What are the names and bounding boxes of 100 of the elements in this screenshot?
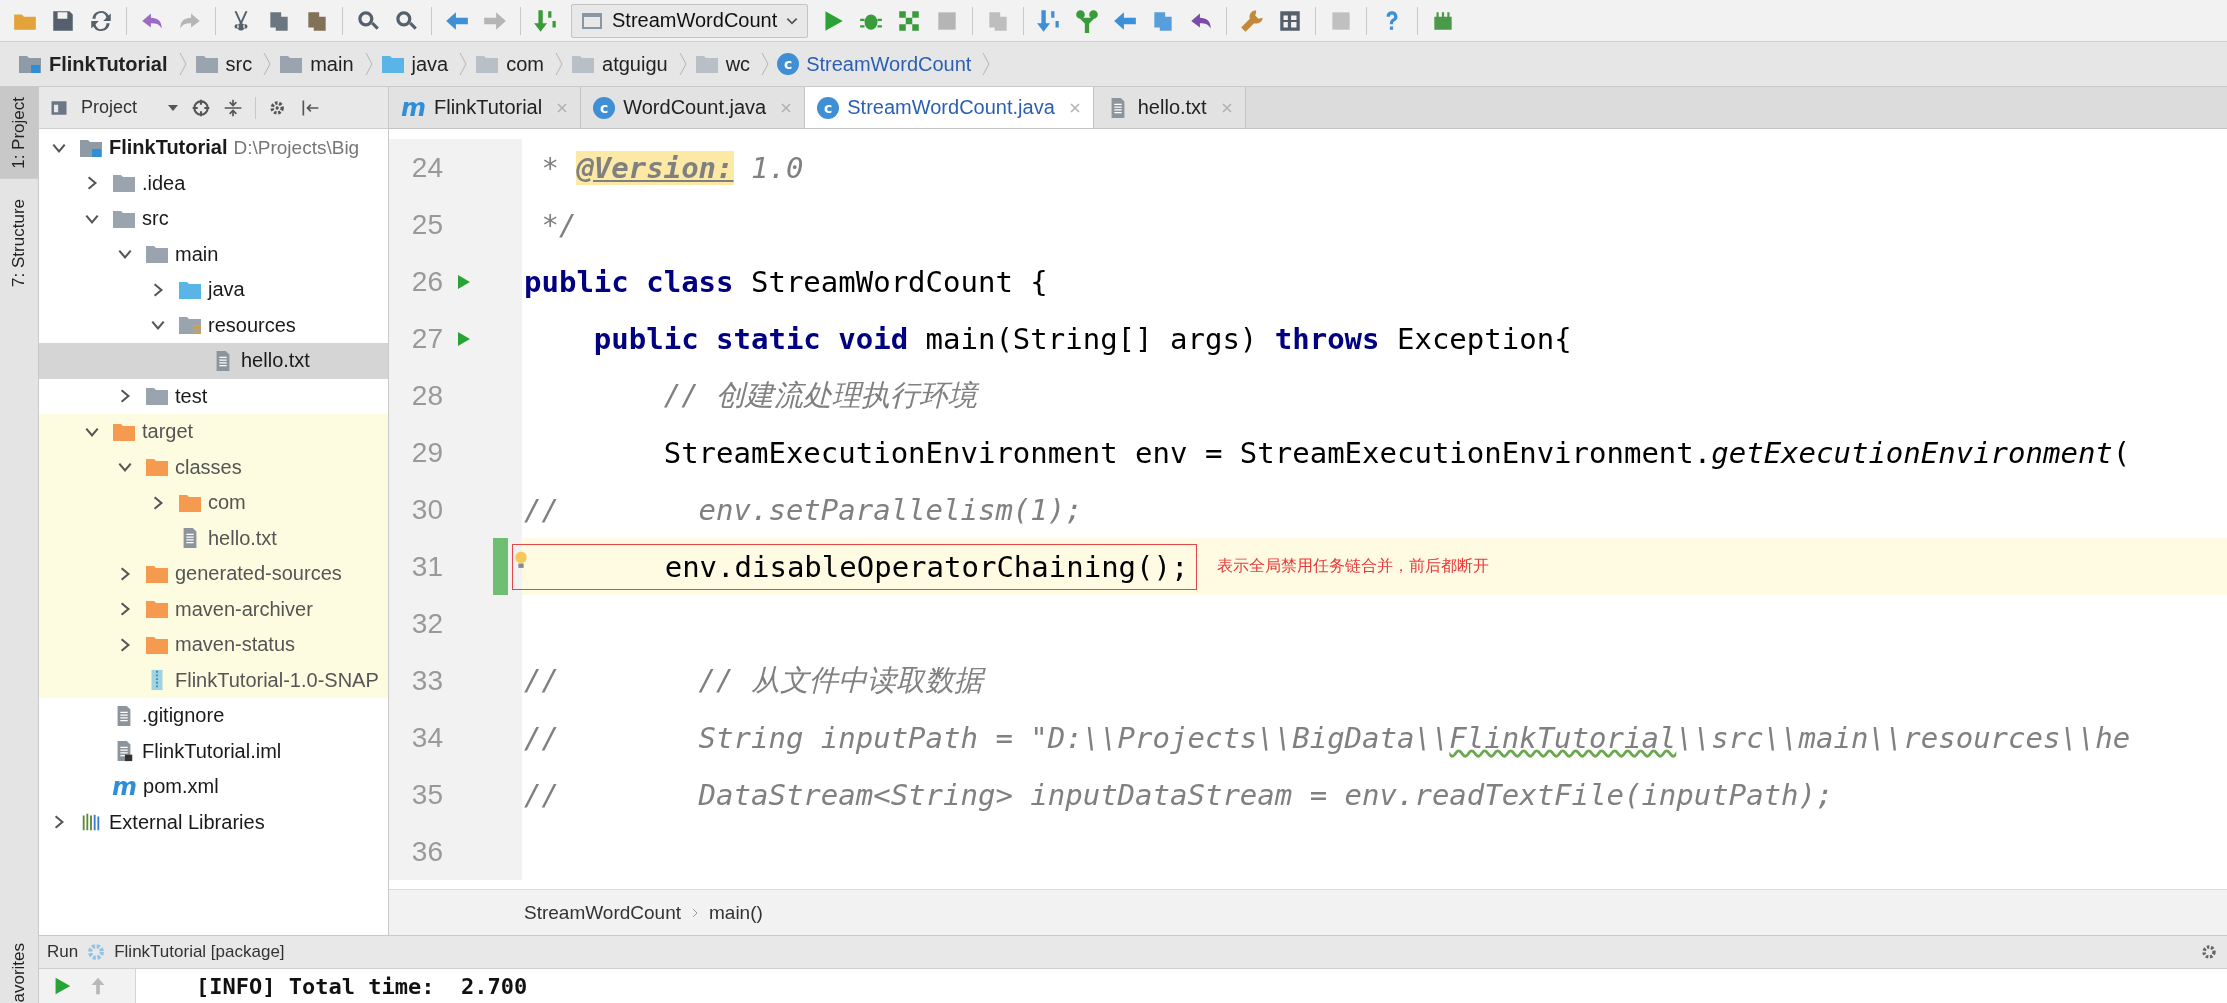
line-number: 30 (410, 493, 443, 526)
folder-icon (145, 385, 169, 408)
folder-icon (178, 314, 202, 337)
code-line: // 创建流处理执行环境 (662, 376, 978, 414)
chevron-icon (178, 51, 187, 77)
tree-item[interactable]: test (39, 378, 388, 414)
line-number: 24 (410, 151, 443, 184)
chevron-icon (459, 51, 468, 77)
tree-item[interactable]: main (39, 236, 388, 272)
line-number: 34 (410, 721, 443, 754)
tree-label: FlinkTutorial (109, 136, 228, 160)
tool-window-button[interactable]: avorites (0, 943, 38, 1003)
folder-icon (194, 53, 219, 75)
run-tab[interactable]: FlinkTutorial [package] (114, 942, 285, 962)
breadcrumb-item[interactable]: c StreamWordCount (773, 51, 995, 77)
tree-label: classes (175, 455, 242, 479)
gear-icon (86, 942, 107, 962)
breadcrumb-item[interactable]: com (471, 51, 568, 77)
tree-item[interactable]: FlinkTutorial D:\Projects\Big (39, 130, 388, 166)
tree-item[interactable]: FlinkTutorial.iml (39, 733, 388, 769)
tree-item[interactable]: .idea (39, 165, 388, 201)
class-icon: c (593, 96, 616, 119)
code-line: // String inputPath = "D:\\Projects\\BigData\\FlinkTutorial\\src\\main\\resources\\he (524, 720, 2131, 755)
tree-item[interactable]: .gitignore (39, 698, 388, 734)
tree-item[interactable]: generated-sources (39, 556, 388, 592)
tree-item[interactable]: m pom.xml (39, 769, 388, 805)
breadcrumb-item[interactable]: atguigu (567, 51, 691, 77)
tree-label: main (175, 242, 219, 266)
code-line: // DataStream<String> inputDataStream = env.readTextFile(inputPath); (524, 777, 1834, 812)
code-line: */ (540, 207, 577, 242)
tree-item[interactable]: maven-status (39, 627, 388, 663)
annotation-note: 表示全局禁用任务链合并，前后都断开 (1217, 556, 1490, 577)
tree-item[interactable]: maven-archiver (39, 591, 388, 627)
run-configuration-dropdown[interactable]: StreamWordCount (571, 3, 809, 38)
tool-window-button[interactable]: 7: Structure (0, 188, 38, 297)
panel-title[interactable]: Project (81, 97, 138, 118)
tree-item[interactable]: com (39, 485, 388, 521)
wrench-icon[interactable] (1239, 7, 1266, 34)
run-gutter-icon[interactable] (457, 272, 471, 291)
tree-item[interactable]: target (39, 414, 388, 450)
change-marker (493, 538, 508, 595)
module-folder-icon (18, 53, 42, 75)
tree-item[interactable]: hello.txt (39, 520, 388, 556)
chevron-icon (761, 51, 770, 77)
line-number: 25 (410, 208, 443, 241)
crosshair-icon[interactable] (191, 97, 212, 118)
tree-label: .gitignore (142, 704, 225, 728)
tree-label: maven-archiver (175, 597, 313, 621)
folder-icon (145, 243, 169, 266)
tree-item[interactable]: FlinkTutorial-1.0-SNAP (39, 662, 388, 698)
editor-tab[interactable]: hello.txt (1093, 87, 1246, 128)
folder-icon (145, 598, 169, 621)
editor-tab[interactable]: c WordCount.java (581, 87, 806, 128)
code-line: StreamExecutionEnvironment env = StreamExecutionEnvironment.getExecutionEnvironment( (662, 435, 2131, 470)
branch-icon[interactable] (1074, 7, 1101, 34)
breadcrumb-item[interactable]: FlinkTutorial (14, 51, 191, 77)
breadcrumb-item[interactable]: main (275, 51, 377, 77)
tree-item[interactable]: hello.txt (39, 343, 388, 379)
tool-window-button[interactable]: 1: Project (0, 87, 38, 179)
editor-tab[interactable]: m FlinkTutorial (389, 87, 582, 128)
line-number: 32 (410, 607, 443, 640)
tree-item[interactable]: resources (39, 307, 388, 343)
code-line: public static void main(String[] args) throws Exception{ (592, 321, 1572, 356)
folder-icon (571, 53, 596, 75)
folder-icon (279, 53, 304, 75)
breadcrumb-item[interactable]: main() (709, 901, 763, 924)
maven-icon: m (112, 774, 137, 799)
tree-label: src (142, 207, 169, 231)
tree-label: FlinkTutorial-1.0-SNAP (175, 668, 379, 692)
tree-item[interactable]: src (39, 201, 388, 237)
tree-label: External Libraries (109, 810, 265, 834)
breadcrumb-item[interactable]: java (376, 51, 472, 77)
tree-label: maven-status (175, 633, 296, 657)
tree-item[interactable]: External Libraries (39, 804, 388, 840)
line-number: 36 (410, 835, 443, 868)
folder-icon (145, 456, 169, 479)
lightbulb-icon[interactable] (514, 550, 528, 570)
chevron-icon (263, 51, 272, 77)
tree-label: resources (208, 313, 296, 337)
tree-item[interactable]: java (39, 272, 388, 308)
tree-label: FlinkTutorial.iml (142, 739, 282, 763)
folder-icon (380, 53, 405, 75)
tree-label: pom.xml (143, 775, 219, 799)
line-number: 27 (410, 322, 443, 355)
tree-item[interactable]: classes (39, 449, 388, 485)
tree-label: .idea (142, 171, 186, 195)
code-line: // env.setParallelism(1); (524, 492, 1083, 527)
chevron-icon (678, 51, 687, 77)
breadcrumb-item[interactable]: src (190, 51, 276, 77)
panel-title: Run (47, 942, 79, 962)
class-icon: c (817, 96, 840, 119)
line-number: 35 (410, 778, 443, 811)
chevron-icon (555, 51, 564, 77)
collapse-icon[interactable] (223, 97, 244, 118)
run-gutter-icon[interactable] (457, 329, 471, 348)
breadcrumb-item[interactable]: StreamWordCount (524, 901, 681, 924)
code-line: public class StreamWordCount { (524, 264, 1048, 299)
editor-tab[interactable]: c StreamWordCount.java (805, 87, 1094, 128)
breadcrumb-item[interactable]: wc (690, 51, 774, 77)
close-icon[interactable] (1068, 101, 1081, 114)
